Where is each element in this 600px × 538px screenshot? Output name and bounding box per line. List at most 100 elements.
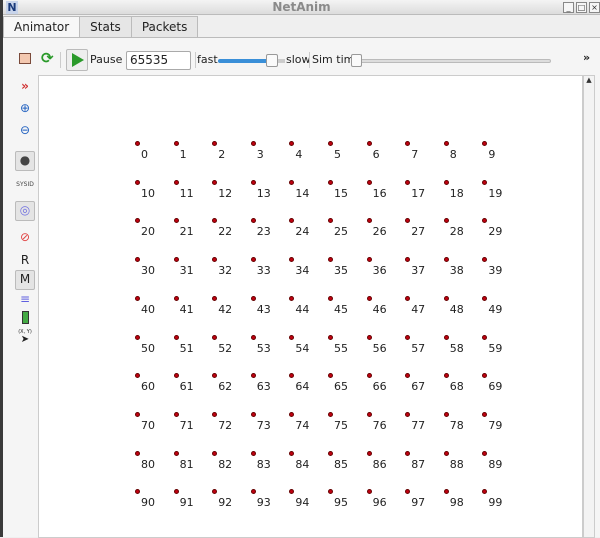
node-87[interactable]: [405, 450, 411, 456]
node-49[interactable]: [482, 295, 488, 301]
node-4[interactable]: [289, 141, 295, 146]
node-34[interactable]: [289, 257, 295, 263]
node-58[interactable]: [443, 334, 449, 340]
node-65[interactable]: [328, 373, 333, 379]
node-39[interactable]: [482, 257, 488, 263]
node-72[interactable]: [212, 411, 218, 417]
node-1[interactable]: [173, 141, 179, 146]
node-95[interactable]: [328, 489, 333, 495]
node-40[interactable]: [135, 295, 140, 301]
minimize-button[interactable]: _: [563, 2, 574, 13]
node-45[interactable]: [328, 295, 333, 301]
node-88[interactable]: [443, 450, 449, 456]
vertical-scrollbar[interactable]: ▲: [583, 75, 595, 538]
node-44[interactable]: [289, 295, 295, 301]
node-17[interactable]: [405, 179, 411, 185]
node-23[interactable]: [250, 218, 256, 224]
wireless-circles-icon[interactable]: ◎: [15, 201, 35, 221]
node-99[interactable]: [482, 489, 488, 495]
node-9[interactable]: [482, 141, 488, 146]
node-86[interactable]: [366, 450, 372, 456]
node-85[interactable]: [328, 450, 333, 456]
node-16[interactable]: [366, 179, 372, 185]
node-90[interactable]: [135, 489, 140, 495]
node-76[interactable]: [366, 411, 372, 417]
zoom-out-icon[interactable]: ⊖: [16, 122, 34, 138]
node-27[interactable]: [405, 218, 411, 224]
node-21[interactable]: [173, 218, 179, 224]
close-button[interactable]: ×: [589, 2, 600, 13]
node-93[interactable]: [250, 489, 256, 495]
node-63[interactable]: [250, 373, 256, 379]
node-91[interactable]: [173, 489, 179, 495]
sim-time-slider-track[interactable]: [353, 59, 551, 63]
node-8[interactable]: [443, 141, 449, 146]
node-0[interactable]: [135, 141, 140, 146]
node-35[interactable]: [328, 257, 333, 263]
node-82[interactable]: [212, 450, 218, 456]
grid-lines-icon[interactable]: ≡: [16, 291, 34, 307]
tab-packets[interactable]: Packets: [130, 16, 199, 37]
node-80[interactable]: [135, 450, 140, 456]
node-77[interactable]: [405, 411, 411, 417]
xy-cursor-toggle[interactable]: (X, Y) ➤: [16, 328, 34, 345]
node-10[interactable]: [135, 179, 140, 185]
scroll-up-arrow-icon[interactable]: ▲: [584, 76, 594, 86]
node-15[interactable]: [328, 179, 333, 185]
node-74[interactable]: [289, 411, 295, 417]
node-81[interactable]: [173, 450, 179, 456]
node-2[interactable]: [212, 141, 218, 146]
node-43[interactable]: [250, 295, 256, 301]
node-6[interactable]: [366, 141, 372, 146]
no-packets-icon[interactable]: ⊘: [16, 229, 34, 245]
node-32[interactable]: [212, 257, 218, 263]
node-id-toggle-icon[interactable]: ●: [15, 151, 35, 171]
node-60[interactable]: [135, 373, 140, 379]
node-52[interactable]: [212, 334, 218, 340]
tab-stats[interactable]: Stats: [79, 16, 132, 37]
node-69[interactable]: [482, 373, 488, 379]
expand-chevron-icon[interactable]: »: [16, 78, 34, 94]
node-59[interactable]: [482, 334, 488, 340]
node-19[interactable]: [482, 179, 488, 185]
node-18[interactable]: [443, 179, 449, 185]
maximize-button[interactable]: □: [576, 2, 587, 13]
node-7[interactable]: [405, 141, 411, 146]
node-28[interactable]: [443, 218, 449, 224]
zoom-in-icon[interactable]: ⊕: [16, 100, 34, 116]
pause-at-input[interactable]: 65535: [126, 51, 191, 70]
node-3[interactable]: [250, 141, 256, 146]
node-33[interactable]: [250, 257, 256, 263]
battery-icon[interactable]: [16, 311, 34, 327]
sim-time-slider-handle[interactable]: [351, 54, 362, 67]
node-97[interactable]: [405, 489, 411, 495]
node-48[interactable]: [443, 295, 449, 301]
node-11[interactable]: [173, 179, 179, 185]
node-94[interactable]: [289, 489, 295, 495]
node-5[interactable]: [328, 141, 333, 146]
node-79[interactable]: [482, 411, 488, 417]
node-37[interactable]: [405, 257, 411, 263]
node-98[interactable]: [443, 489, 449, 495]
open-file-icon[interactable]: [19, 53, 31, 64]
node-92[interactable]: [212, 489, 218, 495]
node-50[interactable]: [135, 334, 140, 340]
node-96[interactable]: [366, 489, 372, 495]
node-41[interactable]: [173, 295, 179, 301]
node-46[interactable]: [366, 295, 372, 301]
node-30[interactable]: [135, 257, 140, 263]
node-31[interactable]: [173, 257, 179, 263]
node-83[interactable]: [250, 450, 256, 456]
m-button[interactable]: M: [15, 270, 35, 290]
speed-slider-handle[interactable]: [266, 54, 278, 67]
node-22[interactable]: [212, 218, 218, 224]
node-25[interactable]: [328, 218, 333, 224]
node-67[interactable]: [405, 373, 411, 379]
node-61[interactable]: [173, 373, 179, 379]
reload-icon[interactable]: ⟳: [41, 49, 54, 67]
node-20[interactable]: [135, 218, 140, 224]
node-47[interactable]: [405, 295, 411, 301]
node-24[interactable]: [289, 218, 295, 224]
toolbar-overflow-button[interactable]: »: [583, 51, 590, 64]
node-71[interactable]: [173, 411, 179, 417]
